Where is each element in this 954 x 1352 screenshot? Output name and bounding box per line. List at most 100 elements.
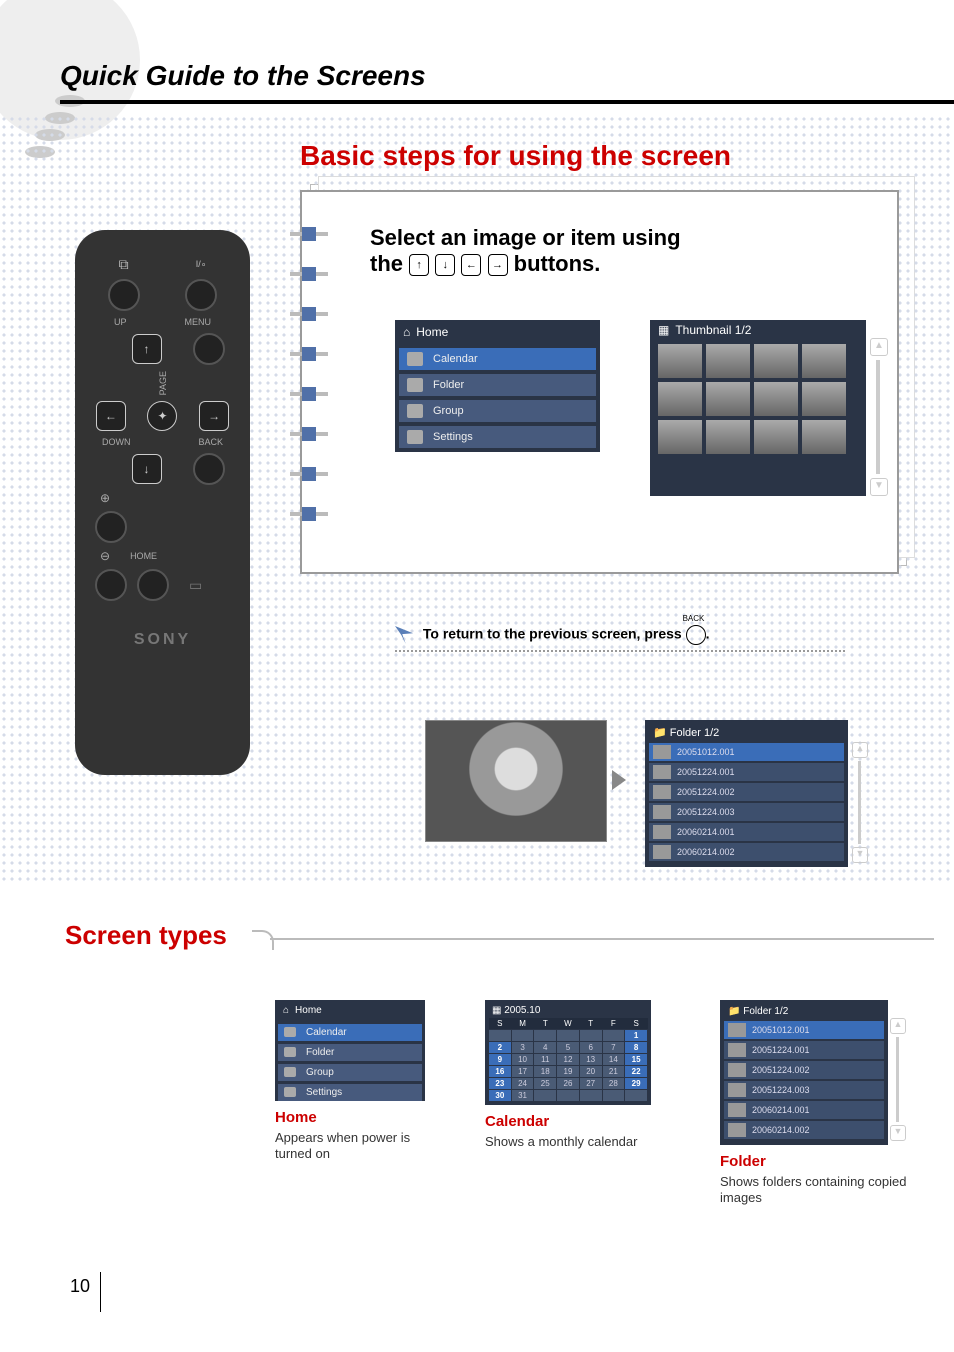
menu-item-folder[interactable]: Folder xyxy=(399,374,596,396)
chevron-right-icon xyxy=(612,770,626,790)
thumb[interactable] xyxy=(754,382,798,416)
card-title: Folder xyxy=(720,1153,920,1170)
thumb[interactable] xyxy=(802,420,846,454)
page-label: PAGE xyxy=(158,371,168,395)
menu-item-settings[interactable]: Settings xyxy=(399,426,596,448)
zoom-out-button[interactable] xyxy=(95,569,127,601)
home-screen-preview: ⌂ Home Calendar Folder Group Settings xyxy=(395,320,600,452)
folder-icon xyxy=(407,378,423,392)
zoom-out-icon: ⊖ xyxy=(100,549,110,563)
zoom-in-icon: ⊕ xyxy=(100,491,110,505)
card-title: Calendar xyxy=(485,1113,665,1130)
scroll-up-icon[interactable]: ▲ xyxy=(870,338,888,356)
card-desc: Shows folders containing copied images xyxy=(720,1174,920,1207)
page-number: 10 xyxy=(70,1276,90,1297)
back-label: BACK xyxy=(198,437,223,447)
arrow-right-icon: → xyxy=(488,254,508,276)
card-folder: 📁 Folder 1/2 20051012.001 20051224.001 2… xyxy=(720,1000,920,1207)
home-screen-thumb: ⌂Home Calendar Folder Group Settings xyxy=(275,1000,425,1101)
arrow-left-icon: ← xyxy=(461,254,481,276)
menu-item: Calendar xyxy=(278,1024,422,1041)
tip-underline xyxy=(395,650,845,652)
menu-item: Settings xyxy=(278,1084,422,1101)
thumb[interactable] xyxy=(706,344,750,378)
card-home: ⌂Home Calendar Folder Group Settings Hom… xyxy=(275,1000,445,1163)
calendar-screen-thumb: ▦ 2005.10 SMTWTFS 1234567891011121314151… xyxy=(485,1000,651,1105)
binder-rings xyxy=(290,200,335,548)
thumbnail-scrollbar[interactable]: ▲ ▼ xyxy=(870,338,886,492)
back-button[interactable] xyxy=(193,453,225,485)
home-label: HOME xyxy=(130,551,157,561)
home-button[interactable] xyxy=(137,569,169,601)
power-label: I/∘ xyxy=(196,259,207,270)
enter-button[interactable]: ✦ xyxy=(147,401,177,431)
down-label: DOWN xyxy=(102,437,131,447)
thumbnail-screen-preview: ▦Thumbnail 1/2 ▲ ▼ xyxy=(650,320,866,496)
back-button-icon: BACK xyxy=(686,625,706,645)
arrow-right-button[interactable]: → xyxy=(199,401,229,431)
remote-illustration: ⧉I/∘ UPMENU ↑ PAGE ←✦→ DOWNBACK ↓ ⊕ ⊖HOM… xyxy=(75,230,250,775)
title-rule xyxy=(60,100,954,104)
home-icon: ⌂ xyxy=(403,325,410,339)
folder-row[interactable]: 20060214.001 xyxy=(649,823,844,841)
calendar-icon xyxy=(407,352,423,366)
arrow-down-icon: ↓ xyxy=(435,254,455,276)
folder-icon: 📁 xyxy=(728,1006,740,1017)
thumb[interactable] xyxy=(658,382,702,416)
folder-screen-preview: 📁 Folder 1/2 20051012.001 20051224.001 2… xyxy=(645,720,848,867)
folder-row: 20060214.002 xyxy=(724,1121,884,1139)
power-button[interactable] xyxy=(185,279,217,311)
folder-scrollbar[interactable]: ▲▼ xyxy=(852,742,866,863)
folder-screen-thumb: 📁 Folder 1/2 20051012.001 20051224.001 2… xyxy=(720,1000,888,1145)
section-heading-types: Screen types xyxy=(65,920,227,951)
menu-item-group[interactable]: Group xyxy=(399,400,596,422)
calendar-table: SMTWTFS 12345678910111213141516171819202… xyxy=(488,1018,648,1102)
brand-logo: SONY xyxy=(75,631,250,649)
folder-row[interactable]: 20051224.002 xyxy=(649,783,844,801)
folder-row[interactable]: 20060214.002 xyxy=(649,843,844,861)
card-desc: Appears when power is turned on xyxy=(275,1130,445,1163)
folder-icon: 📁 xyxy=(653,727,667,739)
arrow-up-button[interactable]: ↑ xyxy=(132,334,162,364)
card-calendar: ▦ 2005.10 SMTWTFS 1234567891011121314151… xyxy=(485,1000,665,1150)
thumb[interactable] xyxy=(802,344,846,378)
photo-preview xyxy=(425,720,607,842)
thumb[interactable] xyxy=(658,420,702,454)
thumb[interactable] xyxy=(754,420,798,454)
card-title: Home xyxy=(275,1109,445,1126)
thumb[interactable] xyxy=(754,344,798,378)
section-heading-basic: Basic steps for using the screen xyxy=(300,140,731,172)
thumb[interactable] xyxy=(706,382,750,416)
thumb[interactable] xyxy=(706,420,750,454)
screen-switch-button[interactable] xyxy=(108,279,140,311)
zoom-in-button[interactable] xyxy=(95,511,127,543)
arrow-down-button[interactable]: ↓ xyxy=(132,454,162,484)
menu-item: Group xyxy=(278,1064,422,1081)
section-rule xyxy=(270,938,934,940)
arrow-up-icon: ↑ xyxy=(409,254,429,276)
menu-item-calendar[interactable]: Calendar xyxy=(399,348,596,370)
calendar-icon: ▦ xyxy=(492,1005,501,1016)
menu-label: MENU xyxy=(184,317,211,327)
folder-row[interactable]: 20051224.003 xyxy=(649,803,844,821)
thumbnail-icon: ▦ xyxy=(658,323,669,337)
settings-icon xyxy=(407,430,423,444)
up-label: UP xyxy=(114,317,127,327)
page-number-rule xyxy=(100,1272,101,1312)
folder-row: 20051224.003 xyxy=(724,1081,884,1099)
home-header: Home xyxy=(416,325,448,339)
folder-row[interactable]: 20051012.001 xyxy=(649,743,844,761)
tip-text: To return to the previous screen, press … xyxy=(395,625,709,645)
thumbnail-header: Thumbnail 1/2 xyxy=(675,323,751,337)
home-icon: ⌂ xyxy=(283,1005,289,1016)
arrow-left-button[interactable]: ← xyxy=(96,401,126,431)
folder-header: Folder 1/2 xyxy=(670,727,720,739)
pushpin-icon xyxy=(395,626,413,644)
group-icon xyxy=(407,404,423,418)
thumb[interactable] xyxy=(658,344,702,378)
scroll-down-icon[interactable]: ▼ xyxy=(870,478,888,496)
menu-item: Folder xyxy=(278,1044,422,1061)
folder-row[interactable]: 20051224.001 xyxy=(649,763,844,781)
menu-button[interactable] xyxy=(193,333,225,365)
thumb[interactable] xyxy=(802,382,846,416)
